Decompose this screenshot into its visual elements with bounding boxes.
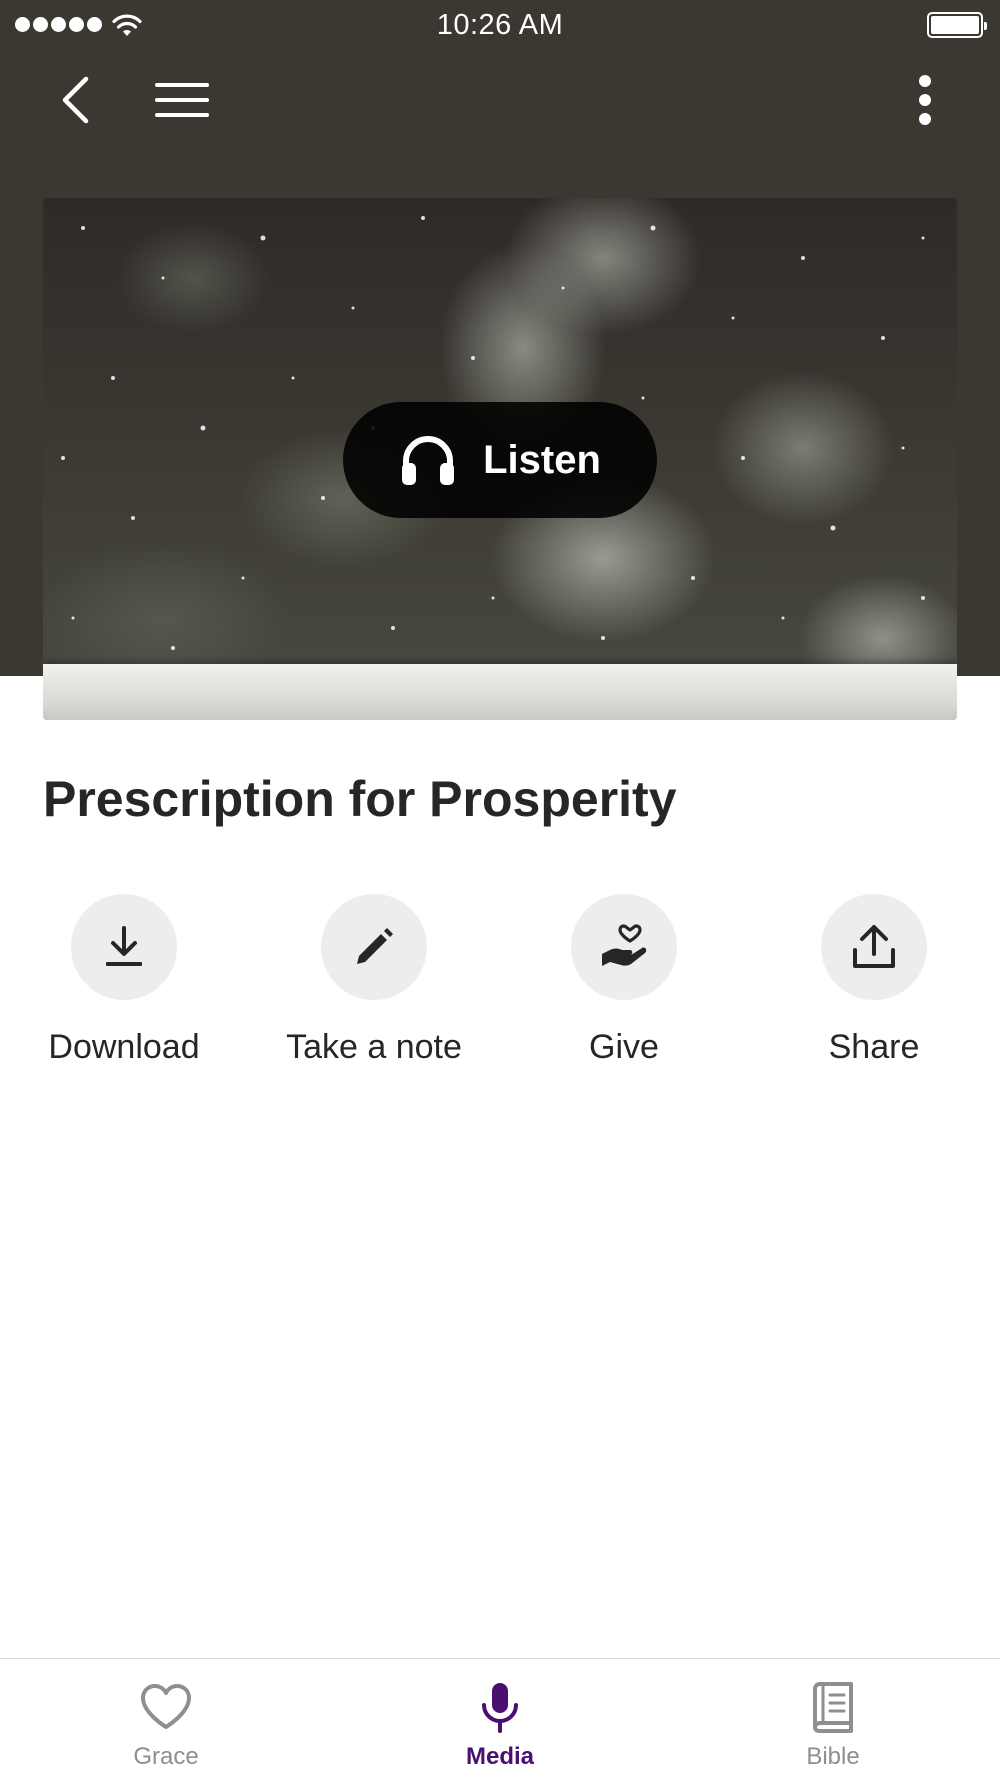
tab-bible-label: Bible — [806, 1743, 860, 1770]
share-label: Share — [828, 1028, 920, 1066]
tab-grace[interactable]: Grace — [66, 1659, 266, 1778]
download-circle — [71, 894, 177, 1000]
headphones-icon — [402, 436, 455, 485]
chevron-left-icon — [62, 76, 89, 124]
giving-hand-icon — [602, 924, 647, 966]
status-bar: 10:26 AM — [0, 0, 1000, 50]
share-icon — [853, 925, 895, 968]
more-options-button[interactable] — [895, 70, 955, 130]
listen-label: Listen — [483, 437, 601, 482]
share-button[interactable]: Share — [764, 894, 984, 1067]
tab-bar: Grace Media Bible — [0, 1658, 1000, 1778]
download-icon — [106, 926, 142, 966]
take-a-note-label: Take a note — [286, 1028, 462, 1066]
give-label: Give — [589, 1028, 659, 1066]
bible-book-icon — [813, 1682, 853, 1733]
battery-icon — [927, 12, 987, 38]
more-vertical-icon — [919, 75, 931, 125]
status-time: 10:26 AM — [436, 9, 564, 41]
snow-ledge — [43, 664, 957, 720]
share-circle — [821, 894, 927, 1000]
back-button[interactable] — [45, 70, 105, 130]
give-button[interactable]: Give — [514, 894, 734, 1067]
tab-media[interactable]: Media — [400, 1659, 600, 1778]
take-a-note-circle — [321, 894, 427, 1000]
hamburger-menu-icon — [155, 83, 209, 117]
pencil-icon — [357, 928, 393, 964]
give-circle — [571, 894, 677, 1000]
download-button[interactable]: Download — [14, 894, 234, 1067]
tab-bible[interactable]: Bible — [733, 1659, 933, 1778]
page-title: Prescription for Prosperity — [43, 771, 677, 827]
tab-grace-label: Grace — [133, 1743, 199, 1770]
tab-media-label: Media — [465, 1743, 534, 1770]
microphone-icon — [482, 1683, 518, 1733]
download-label: Download — [48, 1028, 200, 1066]
take-a-note-button[interactable]: Take a note — [264, 894, 484, 1067]
menu-button[interactable] — [148, 70, 216, 130]
hero-image: Listen — [43, 198, 957, 720]
heart-icon — [141, 1684, 191, 1729]
listen-button[interactable]: Listen — [343, 402, 657, 518]
